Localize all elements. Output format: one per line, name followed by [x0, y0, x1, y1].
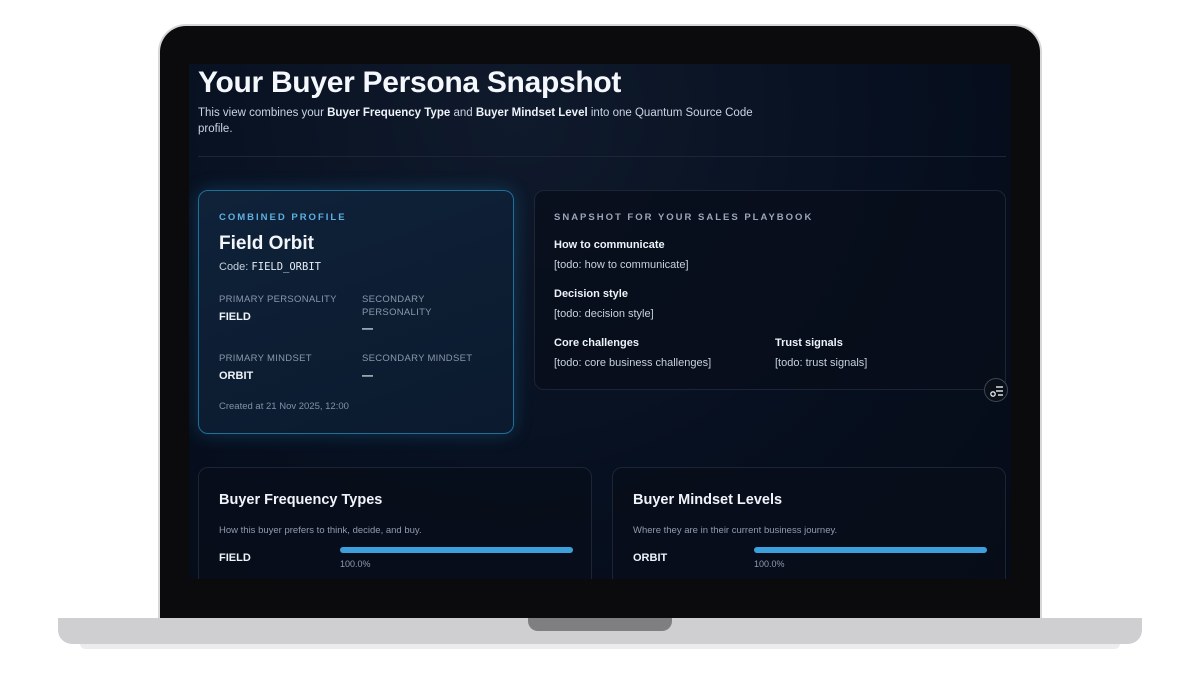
laptop-base-shadow — [80, 644, 1120, 649]
secondary-mindset-value: — — [362, 370, 373, 382]
decision-text: [todo: decision style] — [554, 308, 654, 320]
primary-personality-label: PRIMARY PERSONALITY — [219, 294, 337, 305]
trust-text: [todo: trust signals] — [775, 357, 868, 369]
communicate-heading: How to communicate — [554, 239, 665, 251]
header-divider — [198, 156, 1006, 157]
primary-personality-value: FIELD — [219, 311, 251, 323]
primary-mindset-label: PRIMARY MINDSET — [219, 353, 312, 364]
mindset-bar-fill — [754, 547, 987, 553]
communicate-text: [todo: how to communicate] — [554, 259, 689, 271]
mindset-subtitle: Where they are in their current business… — [633, 525, 838, 536]
filter-settings-button[interactable] — [984, 378, 1008, 402]
primary-mindset-value: ORBIT — [219, 370, 254, 382]
profile-name: Field Orbit — [219, 233, 314, 254]
frequency-percent: 100.0% — [340, 559, 371, 569]
page-description: This view combines your Buyer Frequency … — [198, 107, 753, 135]
secondary-personality-value: — — [362, 323, 373, 335]
screen: Your Buyer Persona Snapshot This view co… — [189, 64, 1011, 579]
playbook-eyebrow: SNAPSHOT FOR YOUR SALES PLAYBOOK — [554, 212, 814, 223]
profile-code: Code: FIELD_ORBIT — [219, 261, 321, 273]
secondary-mindset-label: SECONDARY MINDSET — [362, 353, 473, 364]
frequency-bar-fill — [340, 547, 573, 553]
page-title: Your Buyer Persona Snapshot — [198, 66, 622, 99]
buyer-frequency-card: Buyer Frequency Types How this buyer pre… — [198, 467, 592, 579]
secondary-personality-label: SECONDARY PERSONALITY — [362, 294, 432, 318]
laptop-notch — [528, 618, 672, 631]
frequency-item-label: FIELD — [219, 552, 251, 564]
sales-playbook-card: SNAPSHOT FOR YOUR SALES PLAYBOOK How to … — [534, 190, 1006, 390]
frequency-subtitle: How this buyer prefers to think, decide,… — [219, 525, 422, 536]
buyer-mindset-card: Buyer Mindset Levels Where they are in t… — [612, 467, 1006, 579]
frequency-bar-track — [340, 547, 573, 553]
challenges-text: [todo: core business challenges] — [554, 357, 712, 369]
profile-eyebrow: COMBINED PROFILE — [219, 212, 347, 223]
mindset-item-label: ORBIT — [633, 552, 668, 564]
trust-heading: Trust signals — [775, 337, 843, 349]
combined-profile-card: COMBINED PROFILE Field Orbit Code: FIELD… — [198, 190, 514, 434]
decision-heading: Decision style — [554, 288, 628, 300]
mindset-percent: 100.0% — [754, 559, 785, 569]
mindset-title: Buyer Mindset Levels — [633, 492, 783, 508]
challenges-heading: Core challenges — [554, 337, 639, 349]
frequency-title: Buyer Frequency Types — [219, 492, 383, 508]
mindset-bar-track — [754, 547, 987, 553]
filter-settings-icon — [990, 386, 1003, 397]
created-timestamp: Created at 21 Nov 2025, 12:00 — [219, 401, 349, 412]
